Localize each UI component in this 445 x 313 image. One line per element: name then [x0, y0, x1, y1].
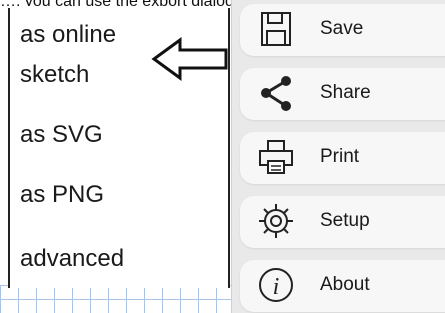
export-option-png[interactable]: as PNG [20, 180, 104, 210]
share-label: Share [320, 82, 371, 103]
setup-label: Setup [320, 210, 370, 231]
print-icon [259, 140, 293, 174]
export-option-online-sketch-line1[interactable]: as online [20, 20, 116, 50]
side-menu-panel: Save Share Print Setup i About [231, 0, 445, 313]
export-option-online-sketch-line2[interactable]: sketch [20, 60, 89, 90]
print-label: Print [320, 146, 360, 167]
gear-icon [259, 204, 293, 238]
export-option-advanced[interactable]: advanced [20, 244, 124, 274]
save-label: Save [320, 18, 364, 39]
export-option-svg[interactable]: as SVG [20, 120, 103, 150]
info-icon: i [259, 268, 293, 302]
share-button[interactable]: Share [240, 68, 445, 120]
about-button[interactable]: i About [240, 260, 445, 312]
save-button[interactable]: Save [240, 4, 445, 56]
left-arrow-icon [151, 37, 228, 81]
svg-text:i: i [273, 274, 280, 300]
canvas-grid [0, 285, 240, 313]
save-icon [261, 12, 291, 46]
print-button[interactable]: Print [240, 132, 445, 184]
share-icon [261, 76, 291, 111]
about-label: About [320, 274, 370, 295]
setup-button[interactable]: Setup [240, 196, 445, 248]
